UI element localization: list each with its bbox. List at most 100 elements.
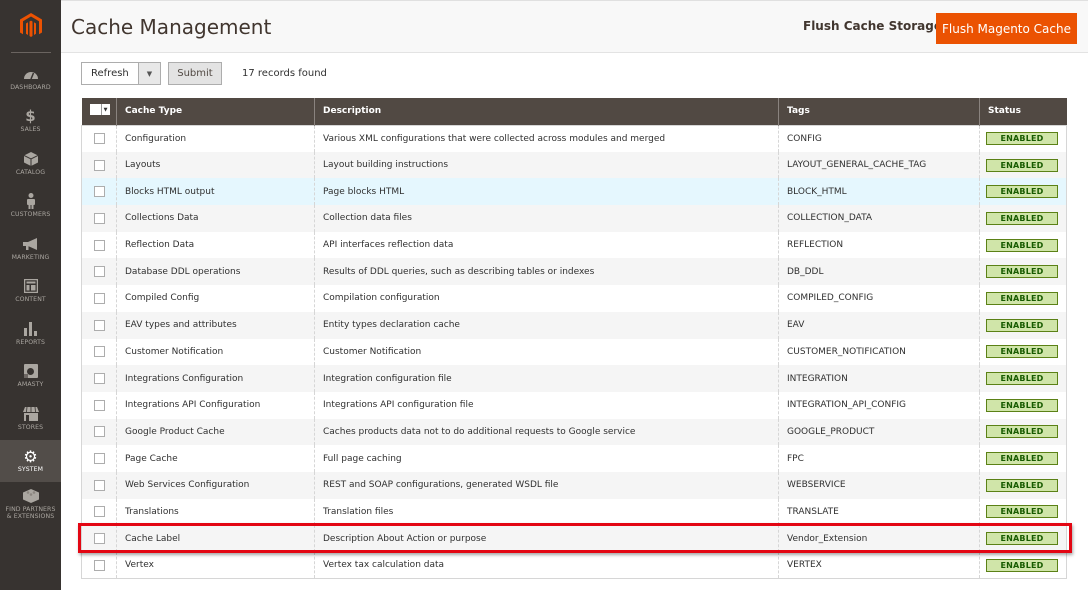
table-row[interactable]: Integrations Configuration Integration co… <box>81 365 1067 392</box>
status-cell: ENABLED <box>980 285 1067 312</box>
magento-logo[interactable] <box>0 0 61 52</box>
table-row[interactable]: Translations Translation files TRANSLATE EN… <box>81 498 1067 526</box>
table-row[interactable]: Integrations API Configuration Integratio… <box>81 391 1067 419</box>
row-select-cell[interactable] <box>81 151 117 179</box>
row-select-cell[interactable] <box>81 365 117 392</box>
table-row[interactable]: Vertex Vertex tax calculation data VERTEX E… <box>81 552 1067 579</box>
row-checkbox[interactable] <box>94 453 105 465</box>
table-row[interactable]: EAV types and attributes Entity types dec… <box>81 311 1067 339</box>
row-checkbox[interactable] <box>94 533 105 545</box>
table-row[interactable]: Layouts Layout building instructions LAYOU… <box>81 151 1067 179</box>
row-select-cell[interactable] <box>81 338 117 366</box>
row-checkbox[interactable] <box>94 133 105 145</box>
row-select-cell[interactable] <box>81 498 117 526</box>
description-cell: Entity types declaration cache <box>314 311 779 339</box>
chevron-down-icon[interactable]: ▼ <box>100 104 110 116</box>
row-select-cell[interactable] <box>81 178 117 206</box>
tags-cell: CUSTOMER_NOTIFICATION <box>778 338 980 366</box>
row-checkbox[interactable] <box>94 373 105 385</box>
row-checkbox[interactable] <box>94 506 105 518</box>
row-checkbox[interactable] <box>94 239 105 251</box>
status-cell: ENABLED <box>980 499 1067 526</box>
flush-magento-cache-button[interactable]: Flush Magento Cache <box>936 13 1077 44</box>
submit-button[interactable]: Submit <box>168 62 222 85</box>
row-select-cell[interactable] <box>81 391 117 419</box>
row-select-cell[interactable] <box>81 418 117 446</box>
sidebar-item-reports[interactable]: REPORTS <box>0 312 61 355</box>
row-checkbox[interactable] <box>94 426 105 438</box>
description-cell: Layout building instructions <box>314 151 779 179</box>
row-checkbox[interactable] <box>94 266 105 278</box>
description-cell: Collection data files <box>314 205 779 232</box>
sidebar-item-customers[interactable]: CUSTOMERS <box>0 185 61 228</box>
table-row[interactable]: Compiled Config Compilation configuration… <box>81 285 1067 312</box>
table-row[interactable]: Configuration Various XML configurations … <box>81 125 1067 152</box>
status-cell: ENABLED <box>979 258 1067 286</box>
tags-cell: Vendor_Extension <box>778 525 980 552</box>
sidebar-item-sales[interactable]: $ SALES <box>0 100 61 143</box>
status-cell: ENABLED <box>979 418 1067 446</box>
select-all-checkbox[interactable] <box>89 104 101 116</box>
tags-cell: BLOCK_HTML <box>778 178 980 206</box>
sidebar-item-amasty[interactable]: AMASTY <box>0 355 61 398</box>
sidebar-item-content[interactable]: CONTENT <box>0 270 61 313</box>
row-checkbox[interactable] <box>94 399 105 411</box>
header-mass-select[interactable]: ▼ <box>81 98 117 125</box>
row-checkbox[interactable] <box>94 479 105 491</box>
row-select-cell[interactable] <box>81 471 117 499</box>
row-select-cell[interactable] <box>81 311 117 339</box>
description-cell: Full page caching <box>314 445 779 472</box>
sidebar-item-stores[interactable]: STORES <box>0 397 61 440</box>
row-select-cell[interactable] <box>81 258 117 286</box>
cache-type-cell: Vertex <box>116 552 315 579</box>
description-cell: Integration configuration file <box>314 365 779 392</box>
cache-type-cell: Page Cache <box>116 445 315 472</box>
row-checkbox[interactable] <box>94 212 105 224</box>
row-select-cell[interactable] <box>81 445 117 472</box>
sidebar-item-system[interactable]: ⚙ SYSTEM <box>0 439 61 482</box>
flush-cache-storage-button[interactable]: Flush Cache Storage <box>803 19 942 33</box>
row-select-cell[interactable] <box>81 231 117 259</box>
status-cell: ENABLED <box>980 125 1067 152</box>
person-icon <box>22 193 40 210</box>
cache-type-cell: Database DDL operations <box>116 258 315 286</box>
sidebar-item-marketing[interactable]: MARKETING <box>0 227 61 270</box>
blocks-icon <box>22 488 40 504</box>
sidebar-item-dashboard[interactable]: DASHBOARD <box>0 57 61 100</box>
table-row[interactable]: Reflection Data API interfaces reflection… <box>81 231 1067 259</box>
row-select-cell[interactable] <box>81 285 117 312</box>
sidebar-item-catalog[interactable]: CATALOG <box>0 142 61 185</box>
row-select-cell[interactable] <box>81 125 117 152</box>
table-row[interactable]: Google Product Cache Caches products data… <box>81 418 1067 446</box>
row-checkbox[interactable] <box>94 346 105 358</box>
chevron-down-icon[interactable]: ▼ <box>138 63 160 84</box>
mass-action-select[interactable]: Refresh ▼ <box>81 62 161 85</box>
sidebar-item-find-partners[interactable]: FIND PARTNERS & EXTENSIONS <box>0 482 61 532</box>
table-row[interactable]: Cache Label Description About Action or p… <box>81 525 1067 552</box>
row-select-cell[interactable] <box>81 552 117 579</box>
mass-select-checkbox[interactable]: ▼ <box>89 104 110 116</box>
status-cell: ENABLED <box>979 205 1067 232</box>
row-checkbox[interactable] <box>94 292 105 304</box>
table-row[interactable]: Collections Data Collection data files COL… <box>81 205 1067 232</box>
status-badge: ENABLED <box>986 452 1058 466</box>
table-row[interactable]: Blocks HTML output Page blocks HTML BLOCK_… <box>81 178 1067 206</box>
table-row[interactable]: Customer Notification Customer Notificati… <box>81 338 1067 366</box>
tags-cell: REFLECTION <box>778 231 980 259</box>
table-row[interactable]: Web Services Configuration REST and SOAP … <box>81 471 1067 499</box>
status-badge: ENABLED <box>986 372 1058 386</box>
cache-type-cell: Configuration <box>116 125 315 152</box>
row-checkbox[interactable] <box>94 559 105 571</box>
row-checkbox[interactable] <box>94 159 105 171</box>
status-cell: ENABLED <box>980 552 1067 579</box>
description-cell: Page blocks HTML <box>314 178 779 206</box>
status-cell: ENABLED <box>980 445 1067 472</box>
table-row[interactable]: Database DDL operations Results of DDL qu… <box>81 258 1067 286</box>
row-select-cell[interactable] <box>81 525 117 552</box>
table-row[interactable]: Page Cache Full page caching FPC ENABLED <box>81 445 1067 472</box>
description-cell: Customer Notification <box>314 338 779 366</box>
row-checkbox[interactable] <box>94 186 105 198</box>
row-select-cell[interactable] <box>81 205 117 232</box>
row-checkbox[interactable] <box>94 319 105 331</box>
cache-type-cell: Translations <box>116 498 315 526</box>
